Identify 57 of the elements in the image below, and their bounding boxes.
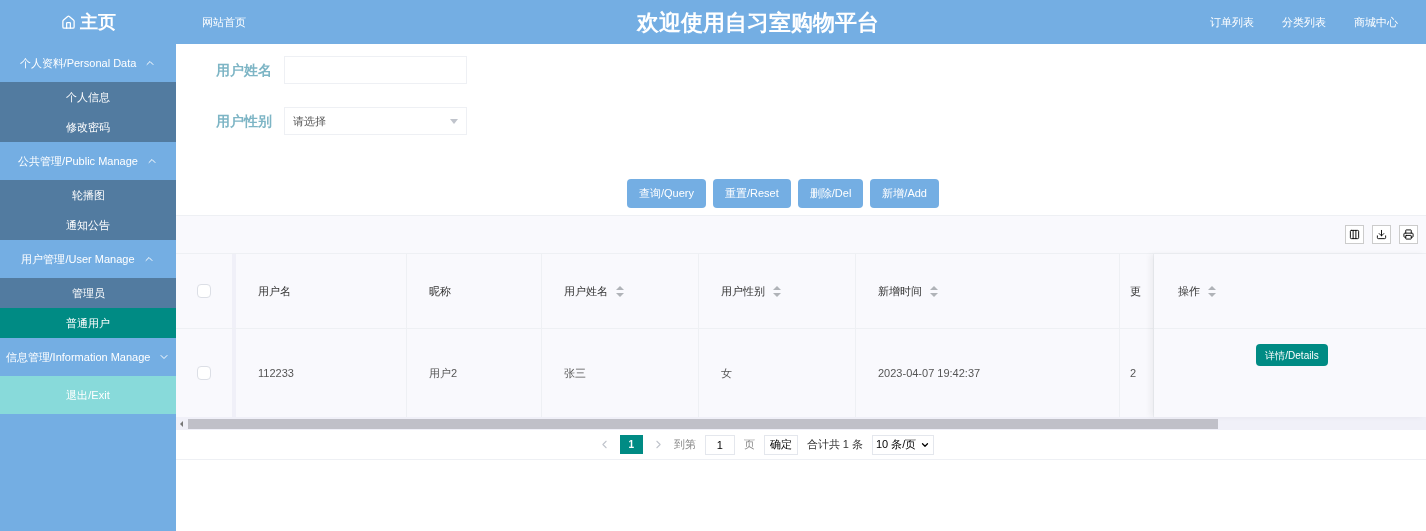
menu-group-label: 公共管理/Public Manage <box>18 153 138 169</box>
total-count: 合计共 1 条 <box>806 437 863 453</box>
menu-item[interactable]: 管理员 <box>0 278 176 308</box>
nav-link[interactable]: 网站首页 <box>202 13 246 31</box>
columns-icon[interactable] <box>1345 225 1364 244</box>
checkbox[interactable] <box>197 366 211 380</box>
sort-icon[interactable] <box>616 285 624 297</box>
nav-link[interactable]: 分类列表 <box>1282 13 1326 31</box>
sort-icon[interactable] <box>773 285 781 297</box>
column-header: 操作 <box>1178 283 1200 299</box>
column-header: 更 <box>1130 283 1141 299</box>
export-icon[interactable] <box>1372 225 1391 244</box>
menu-item[interactable]: 个人信息 <box>0 82 176 112</box>
confirm-button[interactable]: 确定 <box>763 434 798 455</box>
select-field[interactable]: 请选择 <box>284 107 467 135</box>
table-cell-text: 2023-04-07 19:42:37 <box>878 365 981 381</box>
field-label: 用户姓名 <box>216 60 272 80</box>
menu-item[interactable]: 通知公告 <box>0 210 176 240</box>
details-button[interactable]: 详情/Details <box>1256 344 1328 366</box>
site-title: 欢迎使用自习室购物平台 <box>635 8 879 37</box>
sort-icon[interactable] <box>930 285 938 297</box>
menu-item[interactable]: 普通用户 <box>0 308 176 338</box>
field-label: 用户性别 <box>216 111 272 131</box>
action-button[interactable]: 重置/Reset <box>713 179 791 208</box>
page-input[interactable]: 1 <box>704 434 735 455</box>
home-icon <box>60 14 76 30</box>
table-cell-text: 用户2 <box>429 365 458 381</box>
column-header: 昵称 <box>429 283 451 299</box>
table-cell-text: 112233 <box>258 365 294 381</box>
menu-group-label: 信息管理/Information Manage <box>5 349 151 365</box>
caret-icon <box>450 118 458 124</box>
column-header: 用户姓名 <box>564 283 608 299</box>
table-cell-text: 女 <box>721 365 732 381</box>
nav-link[interactable]: 订单列表 <box>1210 13 1254 31</box>
column-header: 用户名 <box>258 283 291 299</box>
menu-item[interactable]: 修改密码 <box>0 112 176 142</box>
column-header: 用户性别 <box>721 283 765 299</box>
exit-button[interactable]: 退出/Exit <box>0 376 176 414</box>
horizontal-scrollbar[interactable] <box>176 417 1426 430</box>
sort-icon[interactable] <box>1208 285 1216 297</box>
table-cell-text: 张三 <box>564 365 586 381</box>
page-button[interactable]: 1 <box>619 435 643 454</box>
page-unit: 页 <box>743 437 755 453</box>
action-button[interactable]: 查询/Query <box>627 179 706 208</box>
action-button[interactable]: 新增/Add <box>870 179 939 208</box>
goto-label: 到第 <box>673 437 696 453</box>
menu-group-label: 用户管理/User Manage <box>21 251 135 267</box>
action-button[interactable]: 删除/Del <box>797 179 864 208</box>
menu-item[interactable]: 轮播图 <box>0 180 176 210</box>
checkbox[interactable] <box>197 284 211 298</box>
table-cell-text: 2 <box>1130 365 1137 381</box>
home-title[interactable]: 主页 <box>79 8 116 36</box>
nav-link[interactable]: 商城中心 <box>1354 13 1398 31</box>
column-header: 新增时间 <box>878 283 922 299</box>
page-size-select[interactable]: 10 条/页 <box>871 434 935 455</box>
print-icon[interactable] <box>1399 225 1418 244</box>
menu-group-label: 个人资料/Personal Data <box>19 55 137 71</box>
